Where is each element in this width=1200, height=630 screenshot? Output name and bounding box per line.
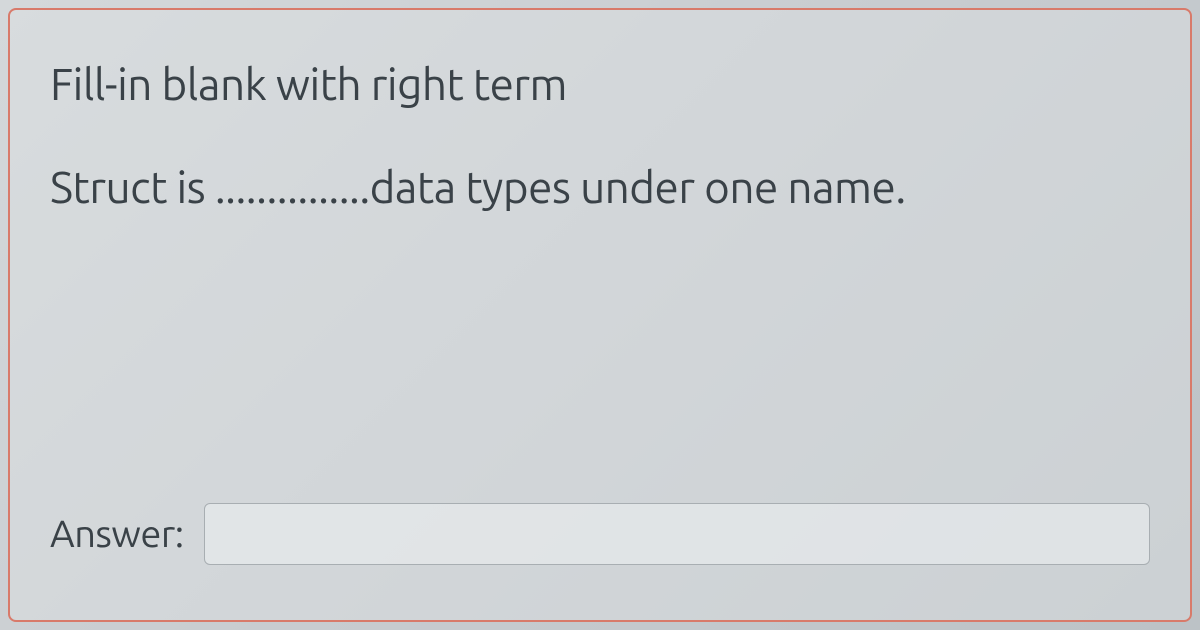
answer-input[interactable] xyxy=(204,503,1150,565)
question-card: Fill-in blank with right term Struct is … xyxy=(8,8,1192,622)
answer-row: Answer: xyxy=(50,503,1150,565)
instruction-text: Fill-in blank with right term xyxy=(50,60,1150,109)
question-prompt: Struct is ...............data types unde… xyxy=(50,159,1150,216)
answer-label: Answer: xyxy=(50,513,184,555)
